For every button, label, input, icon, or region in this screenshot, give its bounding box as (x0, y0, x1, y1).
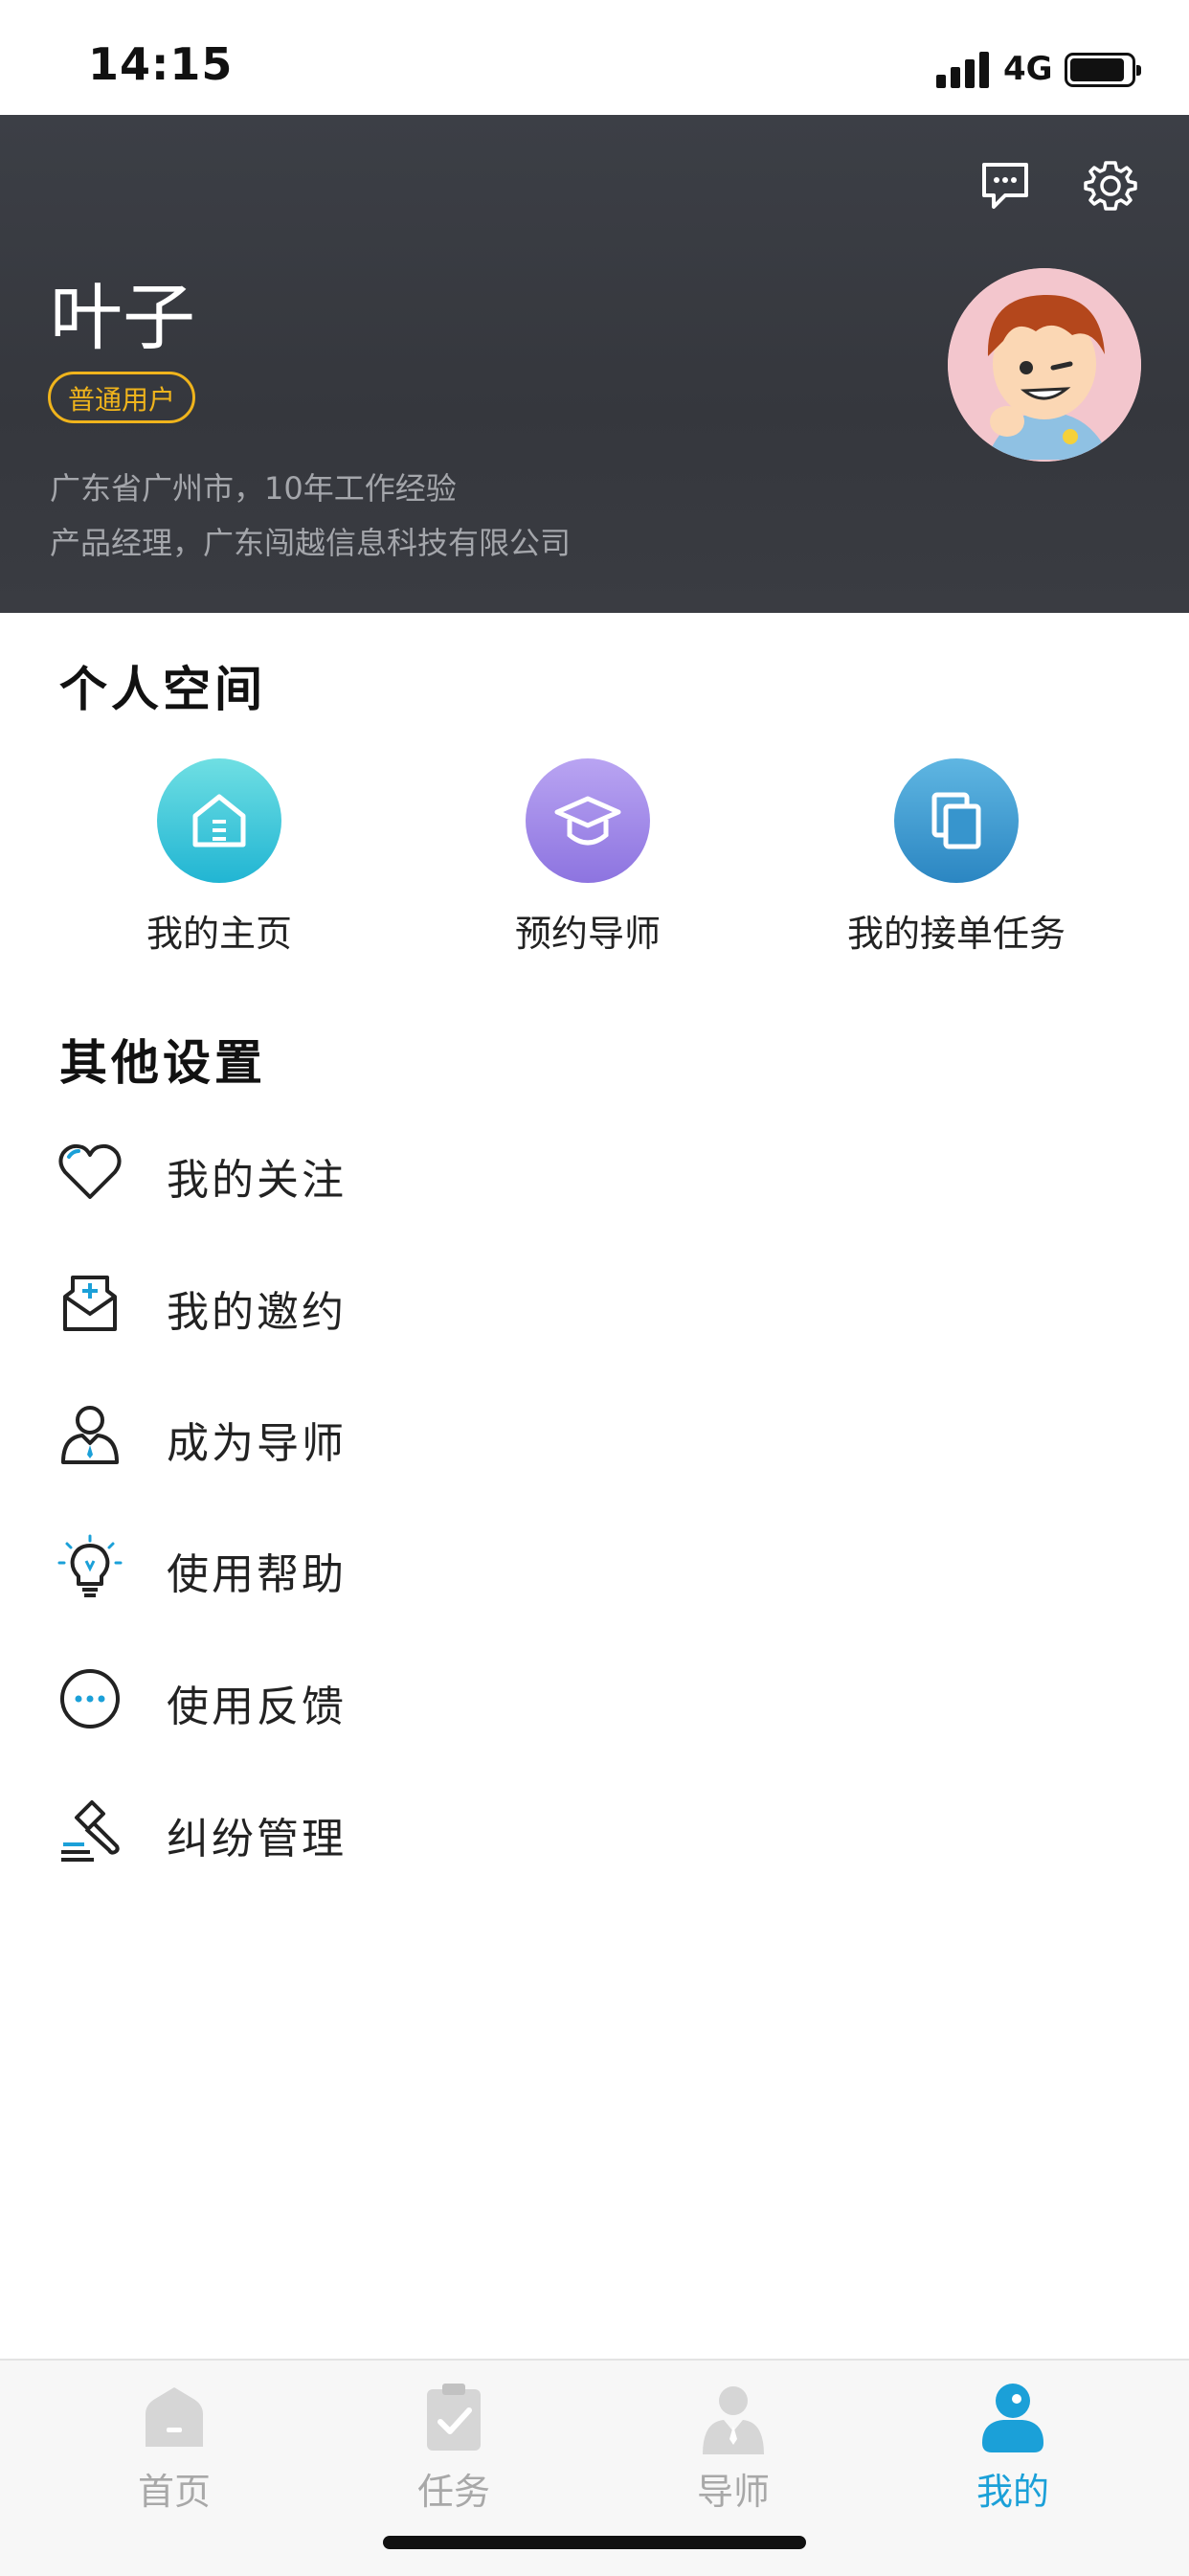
user-level-badge: 普通用户 (48, 372, 196, 423)
setting-item-feedback[interactable]: 使用反馈 (0, 1636, 1189, 1751)
teacher-icon (703, 2386, 764, 2454)
tab-mine[interactable]: 我的 (917, 2380, 1109, 2515)
setting-item-help[interactable]: 使用帮助 (0, 1503, 1189, 1618)
avatar[interactable] (948, 268, 1141, 462)
home-tab-icon (146, 2387, 203, 2447)
setting-label: 成为导师 (167, 1419, 347, 1468)
home-indicator (383, 2536, 806, 2549)
clipboard-icon (427, 2384, 481, 2451)
setting-label: 我的关注 (167, 1156, 347, 1205)
book-mentor-button[interactable]: 预约导师 (444, 758, 731, 957)
tab-tasks[interactable]: 任务 (358, 2380, 550, 2515)
setting-label: 使用反馈 (167, 1683, 347, 1731)
setting-item-follow[interactable]: 我的关注 (0, 1109, 1189, 1224)
feedback-icon (60, 1669, 120, 1729)
profile-tab-icon (982, 2384, 1043, 2452)
tab-home[interactable]: 首页 (79, 2380, 270, 2515)
home-icon (157, 758, 281, 883)
tab-label: 导师 (696, 2471, 770, 2513)
graduation-cap-icon (526, 758, 650, 883)
network-type: 4G (1003, 50, 1053, 88)
lightbulb-icon (57, 1534, 123, 1597)
my-tasks-button[interactable]: 我的接单任务 (813, 758, 1100, 957)
setting-item-dispute[interactable]: 纠纷管理 (0, 1768, 1189, 1883)
section-title-personal-space: 个人空间 (59, 662, 266, 717)
signal-icon (936, 50, 994, 88)
setting-label: 纠纷管理 (167, 1815, 347, 1864)
heart-icon (58, 1143, 122, 1199)
quick-action-label: 我的主页 (146, 913, 292, 955)
user-job: 产品经理，广东闯越信息科技有限公司 (50, 525, 572, 561)
quick-action-label: 预约导师 (514, 913, 661, 955)
tab-mentor[interactable]: 导师 (638, 2380, 829, 2515)
message-icon[interactable] (976, 157, 1034, 215)
tab-label: 首页 (137, 2471, 211, 2513)
mentor-icon (61, 1406, 119, 1464)
status-bar: 14:15 4G (0, 0, 1189, 115)
setting-item-become-mentor[interactable]: 成为导师 (0, 1372, 1189, 1487)
setting-label: 使用帮助 (167, 1550, 347, 1599)
quick-action-label: 我的接单任务 (846, 913, 1066, 955)
tab-label: 任务 (416, 2471, 490, 2513)
invitation-icon (63, 1276, 117, 1331)
battery-icon (1065, 53, 1141, 87)
status-time: 14:15 (88, 38, 234, 90)
documents-icon (894, 758, 1019, 883)
user-name: 叶子 (50, 275, 195, 360)
user-location: 广东省广州市，10年工作经验 (50, 470, 457, 507)
setting-item-invitation[interactable]: 我的邀约 (0, 1241, 1189, 1356)
gavel-icon (61, 1800, 120, 1862)
setting-label: 我的邀约 (167, 1288, 347, 1337)
profile-header: 叶子 普通用户 广东省广州市，10年工作经验 产品经理，广东闯越信息科技有限公司 (0, 115, 1189, 613)
gear-icon[interactable] (1082, 157, 1139, 215)
section-title-other-settings: 其他设置 (59, 1035, 266, 1091)
tab-label: 我的 (976, 2471, 1049, 2513)
my-homepage-button[interactable]: 我的主页 (76, 758, 363, 957)
